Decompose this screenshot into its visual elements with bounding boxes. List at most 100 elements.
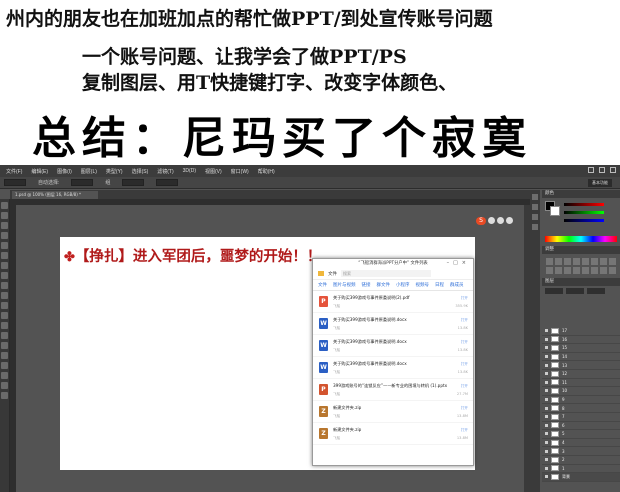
color-balance-icon[interactable] (600, 258, 607, 265)
hue-icon[interactable] (591, 258, 598, 265)
zoom-tool-icon[interactable] (1, 392, 8, 399)
document-tab[interactable]: 1.psd @ 100% (图层 16, RGB/8) * (12, 191, 98, 199)
eye-icon[interactable] (545, 363, 548, 367)
layer-row[interactable]: 11 (542, 379, 620, 388)
blend-mode-dropdown[interactable] (566, 287, 584, 294)
healing-tool-icon[interactable] (1, 262, 8, 269)
bw-icon[interactable] (609, 258, 616, 265)
eye-icon[interactable] (545, 441, 548, 445)
background-layer-row[interactable]: 背景 (542, 473, 620, 482)
file-open-link[interactable]: 打开 (457, 428, 468, 433)
eye-icon[interactable] (545, 449, 548, 453)
eye-icon[interactable] (545, 398, 548, 402)
maximize-icon[interactable] (599, 167, 605, 173)
file-open-link[interactable]: 打开 (455, 296, 468, 301)
menu-select[interactable]: 选择(S) (132, 168, 149, 175)
file-open-link[interactable]: 打开 (457, 384, 468, 389)
blur-tool-icon[interactable] (1, 322, 8, 329)
selective-color-icon[interactable] (609, 267, 616, 274)
layer-row[interactable]: 3 (542, 447, 620, 456)
tab-members[interactable]: 群成员 (450, 282, 464, 288)
lookup-icon[interactable] (564, 267, 571, 274)
layer-row[interactable]: 8 (542, 404, 620, 413)
ime-toolbar[interactable]: S (476, 217, 513, 225)
ime-settings-icon[interactable] (506, 217, 513, 224)
pen-tool-icon[interactable] (1, 342, 8, 349)
path-select-tool-icon[interactable] (1, 362, 8, 369)
file-row[interactable]: P 关于购买399游戏号事件原委说明(2).pdf 飞船 打开 355.9K (313, 291, 473, 313)
eye-icon[interactable] (545, 355, 548, 359)
opacity-field[interactable] (587, 287, 605, 294)
menu-window[interactable]: 窗口(W) (231, 168, 249, 175)
photo-filter-icon[interactable] (546, 267, 553, 274)
tab-group-files[interactable]: 群文件 (377, 282, 391, 288)
adjustments-panel-tab[interactable]: 调整 (542, 246, 620, 254)
layer-row[interactable]: 10 (542, 387, 620, 396)
file-open-link[interactable]: 打开 (457, 406, 468, 411)
tab-files[interactable]: 文件 (318, 282, 327, 288)
invert-icon[interactable] (573, 267, 580, 274)
eye-icon[interactable] (545, 337, 548, 341)
file-open-link[interactable]: 打开 (458, 340, 468, 345)
menu-3d[interactable]: 3D(D) (183, 168, 196, 174)
hand-tool-icon[interactable] (1, 382, 8, 389)
file-row[interactable]: W 关于购买399游戏号事件原委说明.docx 飞船 打开 13.8K (313, 357, 473, 379)
menu-filter[interactable]: 滤镜(T) (157, 168, 173, 175)
tab-media[interactable]: 图片与视频 (333, 282, 356, 288)
gradient-tool-icon[interactable] (1, 312, 8, 319)
shape-tool-icon[interactable] (1, 372, 8, 379)
menu-help[interactable]: 帮助(H) (258, 168, 275, 175)
layer-row[interactable]: 6 (542, 422, 620, 431)
eye-icon[interactable] (545, 432, 548, 436)
tool-preset-picker[interactable] (4, 179, 26, 186)
red-slider[interactable] (564, 203, 604, 206)
layer-row[interactable]: 17 (542, 327, 620, 336)
character-panel-icon[interactable] (532, 214, 538, 220)
dialog-controls[interactable]: –□× (447, 259, 470, 268)
brightness-icon[interactable] (546, 258, 553, 265)
file-open-link[interactable]: 打开 (458, 318, 468, 323)
color-spectrum[interactable] (545, 236, 617, 242)
menu-view[interactable]: 视图(V) (205, 168, 222, 175)
marquee-tool-icon[interactable] (1, 212, 8, 219)
close-icon[interactable] (610, 167, 616, 173)
tab-mini-programs[interactable]: 小程序 (396, 282, 410, 288)
file-row[interactable]: Z 新建文件夹.zip 飞船 打开 13.8M (313, 423, 473, 445)
channel-mixer-icon[interactable] (555, 267, 562, 274)
eye-icon[interactable] (545, 406, 548, 410)
layer-row[interactable]: 9 (542, 396, 620, 405)
file-row[interactable]: P 399游戏账号的“连锁反应”——新专业的困境与转机 (1).pptx 飞船 打… (313, 379, 473, 401)
eye-icon[interactable] (545, 423, 548, 427)
levels-icon[interactable] (555, 258, 562, 265)
brush-tool-icon[interactable] (1, 272, 8, 279)
layer-filter-dropdown[interactable] (545, 287, 563, 294)
history-brush-tool-icon[interactable] (1, 292, 8, 299)
layer-row[interactable]: 16 (542, 336, 620, 345)
layer-row[interactable]: 5 (542, 430, 620, 439)
curves-icon[interactable] (564, 258, 571, 265)
dodge-tool-icon[interactable] (1, 332, 8, 339)
eye-icon[interactable] (545, 475, 548, 479)
menu-image[interactable]: 图像(I) (57, 168, 72, 175)
layer-row[interactable]: 13 (542, 361, 620, 370)
type-tool-icon[interactable] (1, 352, 8, 359)
color-panel-tab[interactable]: 颜色 (542, 190, 620, 198)
layer-row[interactable]: 2 (542, 456, 620, 465)
eraser-tool-icon[interactable] (1, 302, 8, 309)
eye-icon[interactable] (545, 380, 548, 384)
file-row[interactable]: W 关于购买399游戏号事件原委说明.docx 飞船 打开 13.8K (313, 313, 473, 335)
lasso-tool-icon[interactable] (1, 222, 8, 229)
file-open-link[interactable]: 打开 (458, 362, 468, 367)
search-input[interactable]: 搜索 (341, 270, 431, 277)
layer-row[interactable]: 15 (542, 344, 620, 353)
menu-type[interactable]: 类型(Y) (106, 168, 123, 175)
tab-links[interactable]: 链接 (362, 282, 371, 288)
move-tool-icon[interactable] (1, 202, 8, 209)
file-row[interactable]: Z 新建文件夹.zip 飞船 打开 13.8M (313, 401, 473, 423)
green-slider[interactable] (564, 211, 604, 214)
posterize-icon[interactable] (582, 267, 589, 274)
eye-icon[interactable] (545, 329, 548, 333)
eye-icon[interactable] (545, 466, 548, 470)
minimize-icon[interactable] (588, 167, 594, 173)
eye-icon[interactable] (545, 346, 548, 350)
